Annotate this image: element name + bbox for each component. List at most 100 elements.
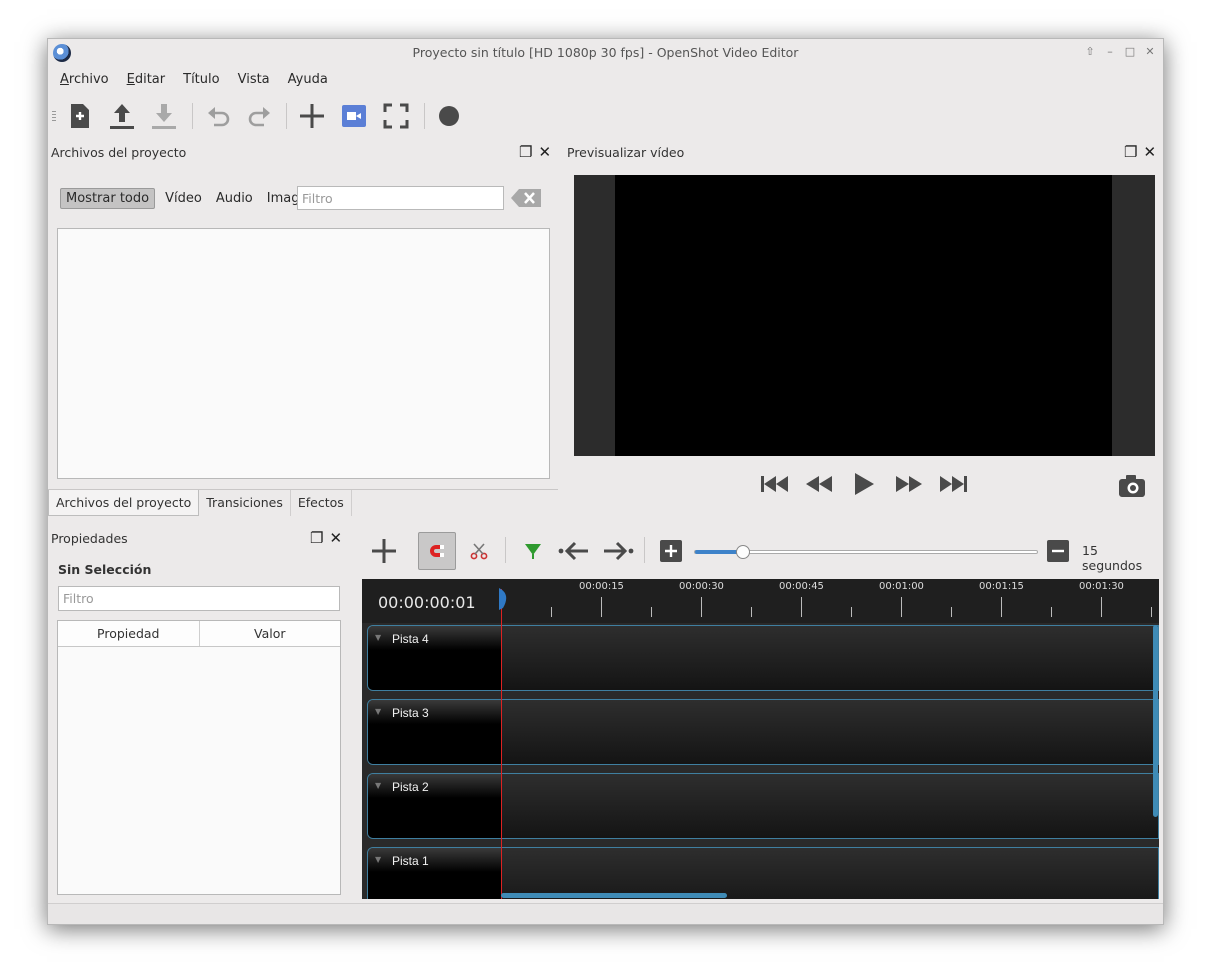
files-filter-input[interactable]: Filtro [297, 186, 504, 210]
menu-titulo[interactable]: Título [183, 69, 219, 91]
close-window-button[interactable]: ✕ [1143, 45, 1157, 59]
zoom-slider-handle[interactable] [736, 545, 751, 559]
project-files-list[interactable] [57, 228, 550, 479]
collapse-track-icon[interactable]: ▼ [375, 855, 381, 864]
add-track-button[interactable] [365, 532, 403, 570]
tab-project-files[interactable]: Archivos del proyecto [48, 490, 200, 516]
preview-title: Previsualizar vídeo [567, 145, 685, 160]
toolbar-grip-icon[interactable] [52, 111, 56, 121]
next-marker-button[interactable] [598, 532, 636, 570]
timeline-horizontal-scrollbar[interactable] [501, 893, 727, 898]
minimize-button[interactable]: – [1103, 45, 1117, 59]
redo-button[interactable] [244, 101, 274, 131]
track-header[interactable]: ▼ Pista 4 [368, 626, 502, 690]
app-window: Proyecto sin título [HD 1080p 30 fps] - … [47, 38, 1164, 925]
previous-marker-button[interactable] [556, 532, 594, 570]
track-row[interactable]: ▼ Pista 3 [367, 699, 1159, 765]
tab-transitions[interactable]: Transiciones [199, 490, 291, 516]
menu-vista[interactable]: Vista [238, 69, 270, 91]
ruler-tick [1101, 597, 1102, 617]
play-button[interactable] [848, 471, 880, 497]
save-project-icon [152, 104, 176, 129]
track-row[interactable]: ▼ Pista 4 [367, 625, 1159, 691]
rewind-button[interactable] [804, 471, 836, 497]
audio-filter[interactable]: Audio [212, 188, 257, 209]
close-dock-icon[interactable]: ✕ [1143, 145, 1156, 160]
zoom-in-button[interactable] [652, 532, 690, 570]
track-row[interactable]: ▼ Pista 1 [367, 847, 1159, 899]
new-project-icon [71, 104, 89, 128]
collapse-track-icon[interactable]: ▼ [375, 633, 381, 642]
jump-end-button[interactable] [936, 471, 968, 497]
add-marker-button[interactable] [514, 532, 552, 570]
menu-archivo[interactable]: Archivo [60, 69, 109, 91]
track-header[interactable]: ▼ Pista 3 [368, 700, 502, 764]
clear-filter-icon [511, 189, 541, 207]
playhead-line[interactable] [501, 589, 502, 899]
column-header-value[interactable]: Valor [200, 621, 341, 646]
track-header[interactable]: ▼ Pista 2 [368, 774, 502, 838]
ruler-tick [1001, 597, 1002, 617]
track-name: Pista 4 [392, 632, 429, 646]
clear-filter-button[interactable] [510, 188, 542, 208]
undo-button[interactable] [204, 101, 234, 131]
ruler-tick [901, 597, 902, 617]
profile-button[interactable] [339, 101, 369, 131]
project-files-title: Archivos del proyecto [51, 145, 187, 160]
properties-filter-input[interactable]: Filtro [58, 586, 340, 611]
new-project-button[interactable] [65, 101, 95, 131]
track-name: Pista 2 [392, 780, 429, 794]
zoom-slider[interactable] [694, 545, 1038, 559]
ruler-tick [751, 607, 752, 617]
open-project-button[interactable] [107, 101, 137, 131]
ruler-tick [1051, 607, 1052, 617]
track-name: Pista 3 [392, 706, 429, 720]
close-dock-icon[interactable]: ✕ [538, 145, 551, 160]
video-preview[interactable] [574, 175, 1155, 456]
video-filter[interactable]: Vídeo [161, 188, 206, 209]
collapse-track-icon[interactable]: ▼ [375, 707, 381, 716]
properties-table[interactable]: Propiedad Valor [57, 620, 341, 895]
timeline-vertical-scrollbar[interactable] [1153, 625, 1158, 817]
menu-bar: Archivo Editar Título Vista Ayuda [52, 69, 328, 91]
import-files-button[interactable] [297, 101, 327, 131]
close-dock-icon[interactable]: ✕ [329, 531, 342, 546]
column-header-property[interactable]: Propiedad [58, 621, 200, 646]
jump-end-icon [940, 476, 967, 492]
float-dock-icon[interactable]: ❐ [310, 531, 323, 546]
razor-tool-button[interactable] [460, 532, 498, 570]
snapping-toggle[interactable] [418, 532, 456, 570]
collapse-track-icon[interactable]: ▼ [375, 781, 381, 790]
fullscreen-icon [383, 103, 409, 129]
undo-icon [208, 107, 230, 127]
menu-ayuda[interactable]: Ayuda [288, 69, 328, 91]
menu-editar[interactable]: Editar [127, 69, 166, 91]
tab-effects[interactable]: Efectos [291, 490, 352, 516]
show-all-filter[interactable]: Mostrar todo [60, 187, 156, 209]
track-header[interactable]: ▼ Pista 1 [368, 848, 502, 899]
keep-above-button[interactable]: ⇧ [1083, 45, 1097, 59]
status-bar [48, 903, 1163, 924]
ruler-tick-label: 00:00:15 [579, 581, 624, 592]
maximize-button[interactable]: □ [1123, 45, 1137, 59]
timeline[interactable]: 00:00:00:01 00:00:15 00:00:30 00:00:45 00:0… [362, 579, 1159, 899]
float-dock-icon[interactable]: ❐ [1124, 145, 1137, 160]
export-video-icon [439, 106, 459, 126]
export-video-button[interactable] [434, 101, 464, 131]
zoom-in-icon [660, 540, 682, 562]
ruler-tick-label: 00:00:45 [779, 581, 824, 592]
redo-icon [248, 107, 270, 127]
screenshot-button[interactable] [1116, 473, 1148, 499]
jump-start-button[interactable] [760, 471, 792, 497]
fullscreen-button[interactable] [381, 101, 411, 131]
float-dock-icon[interactable]: ❐ [519, 145, 532, 160]
playhead-handle-icon[interactable] [499, 588, 511, 610]
track-row[interactable]: ▼ Pista 2 [367, 773, 1159, 839]
timeline-ruler[interactable]: 00:00:00:01 00:00:15 00:00:30 00:00:45 00:0… [362, 579, 1159, 623]
import-files-icon [300, 104, 324, 128]
transport-controls [760, 471, 968, 497]
fast-forward-button[interactable] [892, 471, 924, 497]
project-files-dock-controls: ❐ ✕ [519, 145, 551, 160]
zoom-out-button[interactable] [1039, 532, 1077, 570]
save-project-button[interactable] [149, 101, 179, 131]
